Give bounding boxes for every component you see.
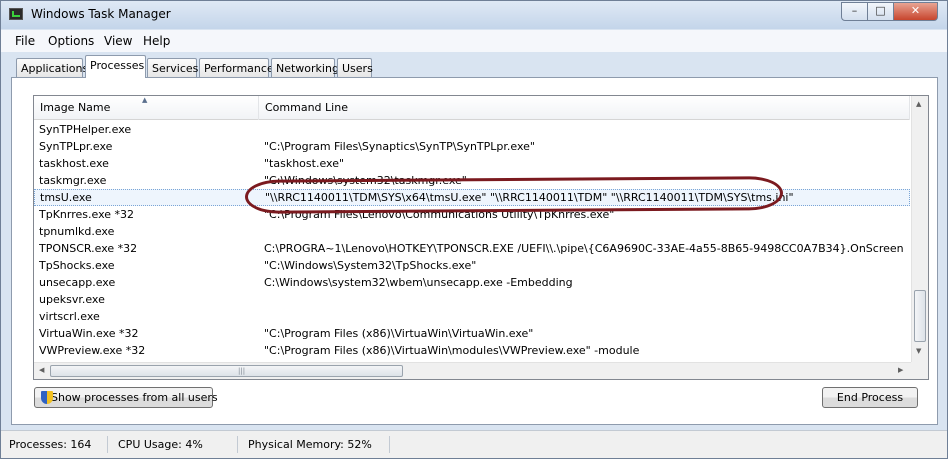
table-row[interactable]: tpnumlkd.exe <box>34 223 910 240</box>
image-name-cell: tpnumlkd.exe <box>39 225 115 238</box>
image-name-cell: taskhost.exe <box>39 157 109 170</box>
sort-ascending-icon: ▲ <box>142 96 148 104</box>
vertical-scrollbar[interactable]: ▲ ▼ <box>911 96 928 362</box>
table-row[interactable]: upeksvr.exe <box>34 291 910 308</box>
table-row[interactable]: taskmgr.exe "C:\Windows\system32\taskmgr.… <box>34 172 910 189</box>
menu-view[interactable]: View <box>104 34 132 48</box>
table-row[interactable]: VirtuaWin.exe *32 "C:\Program Files (x86)… <box>34 325 910 342</box>
image-name-cell: upeksvr.exe <box>39 293 105 306</box>
status-bar: Processes: 164 CPU Usage: 4% Physical Me… <box>1 430 947 458</box>
table-row[interactable]: virtscrl.exe <box>34 308 910 325</box>
menu-file[interactable]: File <box>15 34 35 48</box>
table-row[interactable]: tmsU.exe "\\RRC1140011\TDM\SYS\x64\tmsU.e… <box>34 189 910 206</box>
table-row[interactable]: taskhost.exe "taskhost.exe" <box>34 155 910 172</box>
command-line-cell: C:\PROGRA~1\Lenovo\HOTKEY\TPONSCR.EXE /U… <box>264 242 904 255</box>
image-name-cell: TpShocks.exe <box>39 259 115 272</box>
tab-networking[interactable]: Networking <box>271 58 339 77</box>
column-image-name-label: Image Name <box>40 101 111 114</box>
command-line-cell: "taskhost.exe" <box>264 157 345 170</box>
title-bar[interactable]: Windows Task Manager – □ ✕ <box>1 1 947 29</box>
task-manager-window: Windows Task Manager – □ ✕ File Options … <box>0 0 948 459</box>
process-list[interactable]: Image Name ▲ Command Line SynTPHelper.ex… <box>33 95 929 380</box>
command-line-cell: "C:\Program Files\Lenovo\Communications … <box>264 208 615 221</box>
scroll-corner <box>911 362 928 379</box>
command-line-cell: "C:\Windows\System32\TpShocks.exe" <box>264 259 477 272</box>
image-name-cell: taskmgr.exe <box>39 174 107 187</box>
table-row[interactable]: unsecapp.exe C:\Windows\system32\wbem\uns… <box>34 274 910 291</box>
task-manager-app-icon <box>9 8 23 20</box>
command-line-cell: "C:\Program Files (x86)\VirtuaWin\Virtua… <box>264 327 534 340</box>
horizontal-scroll-thumb[interactable]: ||| <box>50 365 403 377</box>
tab-services[interactable]: Services <box>147 58 198 77</box>
minimize-button[interactable]: – <box>841 2 868 21</box>
command-line-cell: "C:\Windows\system32\taskmgr.exe" <box>264 174 467 187</box>
image-name-cell: tmsU.exe <box>40 191 92 204</box>
command-line-cell: "C:\Program Files (x86)\VirtuaWin\module… <box>264 344 640 357</box>
status-cpu-usage: CPU Usage: 4% <box>110 436 238 453</box>
vertical-scroll-thumb[interactable] <box>914 290 926 342</box>
table-row[interactable]: TpKnrres.exe *32 "C:\Program Files\Lenovo… <box>34 206 910 223</box>
list-header: Image Name ▲ Command Line <box>34 96 910 120</box>
tab-users[interactable]: Users <box>337 58 373 77</box>
list-rows: SynTPHelper.exe SynTPLpr.exe "C:\Program F… <box>34 121 910 358</box>
image-name-cell: SynTPLpr.exe <box>39 140 113 153</box>
image-name-cell: TPONSCR.exe *32 <box>39 242 138 255</box>
maximize-button[interactable]: □ <box>867 2 894 21</box>
show-all-processes-button[interactable]: Show processes from all users <box>34 387 218 408</box>
horizontal-scrollbar[interactable]: ◀ ||| ▶ <box>34 362 911 379</box>
image-name-cell: VWPreview.exe *32 <box>39 344 146 357</box>
image-name-cell: virtscrl.exe <box>39 310 100 323</box>
command-line-cell: "C:\Program Files\Synaptics\SynTP\SynTPL… <box>264 140 535 153</box>
menu-bar: File Options View Help <box>1 30 947 52</box>
status-physical-memory: Physical Memory: 52% <box>240 436 390 453</box>
tab-applications[interactable]: Applications <box>16 58 88 77</box>
end-process-label: End Process <box>836 391 904 404</box>
table-row[interactable]: VWPreview.exe *32 "C:\Program Files (x86)… <box>34 342 910 358</box>
table-row[interactable]: TpShocks.exe "C:\Windows\System32\TpShock… <box>34 257 910 274</box>
scroll-down-arrow-icon[interactable]: ▼ <box>916 347 921 355</box>
image-name-cell: VirtuaWin.exe *32 <box>39 327 139 340</box>
show-all-processes-label: Show processes from all users <box>51 391 218 404</box>
status-processes: Processes: 164 <box>1 436 108 453</box>
menu-help[interactable]: Help <box>143 34 170 48</box>
uac-shield-icon <box>41 391 53 404</box>
window-title: Windows Task Manager <box>31 7 171 21</box>
table-row[interactable]: SynTPHelper.exe <box>34 121 910 138</box>
scroll-grip-icon: ||| <box>238 367 246 375</box>
tab-processes[interactable]: Processes <box>85 55 146 78</box>
column-command-line-label: Command Line <box>265 101 348 114</box>
scroll-right-arrow-icon[interactable]: ▶ <box>898 366 903 374</box>
tab-performance[interactable]: Performance <box>199 58 274 77</box>
command-line-cell: C:\Windows\system32\wbem\unsecapp.exe -E… <box>264 276 573 289</box>
table-row[interactable]: TPONSCR.exe *32 C:\PROGRA~1\Lenovo\HOTKEY… <box>34 240 910 257</box>
image-name-cell: unsecapp.exe <box>39 276 116 289</box>
end-process-button[interactable]: End Process <box>822 387 918 408</box>
scroll-left-arrow-icon[interactable]: ◀ <box>39 366 44 374</box>
image-name-cell: SynTPHelper.exe <box>39 123 132 136</box>
processes-panel: Image Name ▲ Command Line SynTPHelper.ex… <box>11 77 938 425</box>
close-button[interactable]: ✕ <box>893 2 938 21</box>
command-line-cell: "\\RRC1140011\TDM\SYS\x64\tmsU.exe" "\\R… <box>265 191 794 204</box>
scroll-up-arrow-icon[interactable]: ▲ <box>916 100 921 108</box>
menu-options[interactable]: Options <box>48 34 94 48</box>
table-row[interactable]: SynTPLpr.exe "C:\Program Files\Synaptics\… <box>34 138 910 155</box>
image-name-cell: TpKnrres.exe *32 <box>39 208 134 221</box>
column-command-line[interactable]: Command Line <box>259 96 910 120</box>
